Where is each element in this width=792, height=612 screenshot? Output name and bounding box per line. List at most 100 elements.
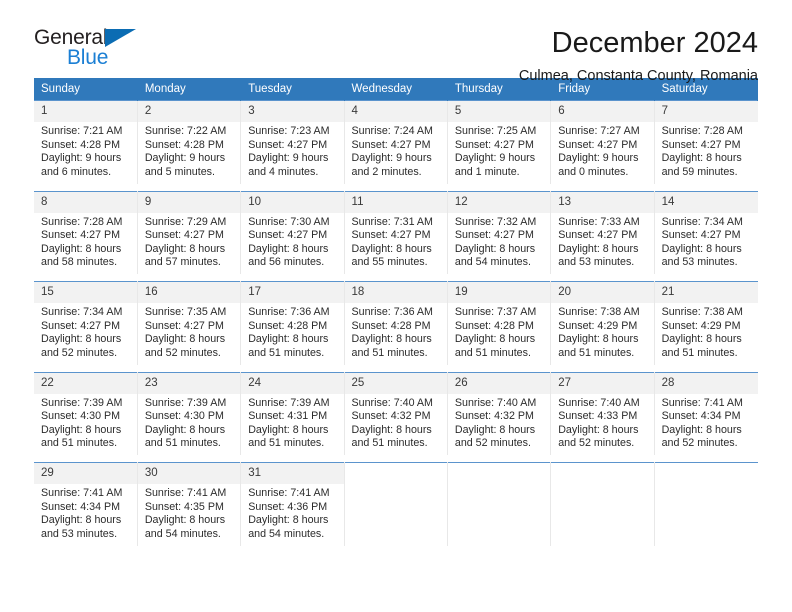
calendar-day-cell[interactable]: 7 Sunrise: 7:28 AM Sunset: 4:27 PM Daylight…	[654, 100, 758, 184]
calendar-day-cell[interactable]: 10 Sunrise: 7:30 AM Sunset: 4:27 PM Dayligh…	[240, 190, 345, 274]
day-cell-inner: 5 Sunrise: 7:25 AM Sunset: 4:27 PM Daylight…	[447, 101, 551, 184]
day-number: 29	[34, 463, 137, 484]
day-cell-inner: 20 Sunrise: 7:38 AM Sunset: 4:29 PM Dayligh…	[551, 282, 654, 365]
day-number: 4	[344, 101, 447, 122]
sunrise-text: Sunrise: 7:41 AM	[41, 487, 123, 499]
daylight-text: Daylight: 8 hours and 52 minutes.	[558, 423, 639, 450]
day-sun-info: Sunrise: 7:41 AM Sunset: 4:35 PM Daylight:…	[138, 484, 240, 541]
day-number	[655, 463, 758, 484]
day-sun-info: Sunrise: 7:24 AM Sunset: 4:27 PM Daylight:…	[345, 122, 447, 179]
day-sun-info: Sunrise: 7:22 AM Sunset: 4:28 PM Daylight:…	[138, 122, 240, 179]
sunset-text: Sunset: 4:27 PM	[248, 229, 328, 242]
calendar-day-cell[interactable]: 17 Sunrise: 7:36 AM Sunset: 4:28 PM Dayligh…	[240, 281, 345, 365]
day-cell-inner: 26 Sunrise: 7:40 AM Sunset: 4:32 PM Dayligh…	[447, 372, 551, 456]
calendar-day-cell[interactable]: 28 Sunrise: 7:41 AM Sunset: 4:34 PM Dayligh…	[654, 371, 758, 456]
calendar-day-cell[interactable]: 31 Sunrise: 7:41 AM Sunset: 4:36 PM Dayligh…	[240, 462, 345, 546]
sunrise-text: Sunrise: 7:37 AM	[454, 306, 537, 318]
daylight-text: Daylight: 8 hours and 52 minutes.	[661, 423, 742, 450]
daylight-text: Daylight: 8 hours and 54 minutes.	[144, 514, 226, 540]
calendar-empty-cell	[550, 462, 655, 546]
calendar-day-cell[interactable]: 25 Sunrise: 7:40 AM Sunset: 4:32 PM Dayligh…	[344, 371, 448, 456]
day-cell-inner	[448, 463, 550, 546]
sunrise-text: Sunrise: 7:36 AM	[248, 306, 330, 318]
week-separator-cell	[34, 455, 758, 463]
calendar-day-cell[interactable]: 18 Sunrise: 7:36 AM Sunset: 4:28 PM Dayligh…	[344, 281, 448, 365]
sunset-text: Sunset: 4:31 PM	[248, 410, 328, 423]
calendar-day-cell[interactable]: 19 Sunrise: 7:37 AM Sunset: 4:28 PM Dayligh…	[447, 281, 552, 365]
sunset-text: Sunset: 4:27 PM	[661, 229, 741, 242]
day-cell-inner: 4 Sunrise: 7:24 AM Sunset: 4:27 PM Daylight…	[344, 101, 447, 184]
sunrise-text: Sunrise: 7:33 AM	[558, 215, 640, 228]
day-sun-info: Sunrise: 7:37 AM Sunset: 4:28 PM Daylight:…	[448, 303, 550, 360]
sunset-text: Sunset: 4:27 PM	[41, 229, 121, 242]
day-sun-info: Sunrise: 7:32 AM Sunset: 4:27 PM Daylight:…	[448, 213, 550, 270]
sunrise-text: Sunrise: 7:41 AM	[661, 396, 743, 409]
sunrise-text: Sunrise: 7:32 AM	[454, 215, 537, 228]
day-sun-info: Sunrise: 7:34 AM Sunset: 4:27 PM Daylight:…	[655, 213, 758, 270]
calendar-day-cell[interactable]: 22 Sunrise: 7:39 AM Sunset: 4:30 PM Dayligh…	[34, 371, 138, 455]
day-sun-info: Sunrise: 7:28 AM Sunset: 4:27 PM Daylight:…	[34, 213, 137, 270]
calendar-day-cell[interactable]: 6 Sunrise: 7:27 AM Sunset: 4:27 PM Daylight…	[550, 100, 655, 184]
day-cell-inner: 15 Sunrise: 7:34 AM Sunset: 4:27 PM Dayligh…	[34, 282, 137, 365]
day-cell-inner: 29 Sunrise: 7:41 AM Sunset: 4:34 PM Dayligh…	[34, 463, 137, 546]
calendar-day-cell[interactable]: 16 Sunrise: 7:35 AM Sunset: 4:27 PM Dayligh…	[137, 281, 242, 365]
day-cell-inner	[345, 463, 447, 546]
day-sun-info: Sunrise: 7:23 AM Sunset: 4:27 PM Daylight:…	[241, 122, 343, 179]
sunset-text: Sunset: 4:27 PM	[41, 319, 121, 332]
day-cell-inner: 28 Sunrise: 7:41 AM Sunset: 4:34 PM Dayligh…	[654, 372, 758, 456]
sunset-text: Sunset: 4:28 PM	[41, 138, 121, 151]
calendar-day-cell[interactable]: 14 Sunrise: 7:34 AM Sunset: 4:27 PM Dayligh…	[654, 190, 758, 274]
calendar-day-cell[interactable]: 3 Sunrise: 7:23 AM Sunset: 4:27 PM Daylight…	[240, 100, 345, 184]
week-separator-cell	[34, 364, 758, 372]
sunset-text: Sunset: 4:30 PM	[41, 410, 121, 423]
calendar-day-cell[interactable]: 5 Sunrise: 7:25 AM Sunset: 4:27 PM Daylight…	[447, 100, 552, 184]
calendar-day-cell[interactable]: 20 Sunrise: 7:38 AM Sunset: 4:29 PM Dayligh…	[550, 281, 655, 365]
calendar-day-cell[interactable]: 11 Sunrise: 7:31 AM Sunset: 4:27 PM Dayligh…	[344, 190, 448, 274]
day-number: 22	[34, 372, 137, 394]
day-number: 14	[654, 191, 758, 213]
calendar-day-cell[interactable]: 26 Sunrise: 7:40 AM Sunset: 4:32 PM Dayligh…	[447, 371, 552, 456]
day-cell-inner: 25 Sunrise: 7:40 AM Sunset: 4:32 PM Dayligh…	[344, 372, 447, 456]
calendar-day-cell[interactable]: 8 Sunrise: 7:28 AM Sunset: 4:27 PM Daylight…	[34, 190, 138, 274]
day-number: 1	[34, 101, 137, 122]
calendar-day-cell[interactable]: 29 Sunrise: 7:41 AM Sunset: 4:34 PM Dayligh…	[34, 462, 138, 546]
day-sun-info: Sunrise: 7:21 AM Sunset: 4:28 PM Daylight:…	[34, 122, 137, 179]
sunrise-text: Sunrise: 7:35 AM	[144, 306, 227, 318]
calendar-day-cell[interactable]: 9 Sunrise: 7:29 AM Sunset: 4:27 PM Daylight…	[137, 190, 242, 274]
sunset-text: Sunset: 4:29 PM	[558, 319, 638, 332]
sunrise-text: Sunrise: 7:30 AM	[248, 215, 330, 228]
sunrise-text: Sunrise: 7:39 AM	[41, 396, 123, 409]
daylight-text: Daylight: 8 hours and 59 minutes.	[661, 152, 742, 178]
calendar-day-cell[interactable]: 24 Sunrise: 7:39 AM Sunset: 4:31 PM Dayligh…	[240, 371, 345, 455]
calendar-day-cell[interactable]: 12 Sunrise: 7:32 AM Sunset: 4:27 PM Dayligh…	[447, 190, 552, 274]
sunset-text: Sunset: 4:35 PM	[144, 500, 224, 513]
sunset-text: Sunset: 4:34 PM	[41, 500, 121, 513]
sunset-text: Sunset: 4:28 PM	[248, 319, 328, 332]
sunrise-text: Sunrise: 7:31 AM	[351, 215, 433, 228]
calendar-day-cell[interactable]: 30 Sunrise: 7:41 AM Sunset: 4:35 PM Dayligh…	[137, 462, 242, 546]
sunset-text: Sunset: 4:28 PM	[144, 138, 224, 151]
sunrise-text: Sunrise: 7:28 AM	[41, 215, 123, 228]
day-sun-info: Sunrise: 7:36 AM Sunset: 4:28 PM Daylight:…	[345, 303, 447, 360]
calendar-day-cell[interactable]: 4 Sunrise: 7:24 AM Sunset: 4:27 PM Daylight…	[344, 100, 448, 184]
calendar-day-cell[interactable]: 27 Sunrise: 7:40 AM Sunset: 4:33 PM Dayligh…	[550, 371, 655, 455]
calendar-day-cell[interactable]: 2 Sunrise: 7:22 AM Sunset: 4:28 PM Daylight…	[137, 100, 242, 184]
calendar-day-cell[interactable]: 13 Sunrise: 7:33 AM Sunset: 4:27 PM Dayligh…	[550, 190, 655, 274]
day-number: 26	[447, 372, 551, 394]
day-number: 9	[137, 191, 241, 213]
calendar-day-cell[interactable]: 15 Sunrise: 7:34 AM Sunset: 4:27 PM Dayligh…	[34, 281, 138, 365]
day-cell-inner: 6 Sunrise: 7:27 AM Sunset: 4:27 PM Daylight…	[551, 101, 654, 184]
day-cell-inner: 18 Sunrise: 7:36 AM Sunset: 4:28 PM Dayligh…	[344, 282, 447, 365]
calendar-day-cell[interactable]: 23 Sunrise: 7:39 AM Sunset: 4:30 PM Dayligh…	[137, 371, 242, 455]
general-blue-logo[interactable]: General Blue	[34, 26, 146, 74]
sunrise-text: Sunrise: 7:25 AM	[454, 125, 537, 137]
sunrise-text: Sunrise: 7:27 AM	[558, 125, 640, 137]
day-cell-inner: 7 Sunrise: 7:28 AM Sunset: 4:27 PM Daylight…	[654, 101, 758, 184]
sunset-text: Sunset: 4:27 PM	[454, 229, 534, 242]
calendar-empty-cell	[344, 462, 448, 546]
calendar-day-cell[interactable]: 21 Sunrise: 7:38 AM Sunset: 4:29 PM Dayligh…	[654, 281, 758, 365]
week-separator	[34, 455, 758, 463]
sunrise-text: Sunrise: 7:39 AM	[248, 396, 330, 409]
calendar-day-cell[interactable]: 1 Sunrise: 7:21 AM Sunset: 4:28 PM Daylight…	[34, 100, 138, 184]
daylight-text: Daylight: 9 hours and 1 minute.	[454, 152, 536, 178]
